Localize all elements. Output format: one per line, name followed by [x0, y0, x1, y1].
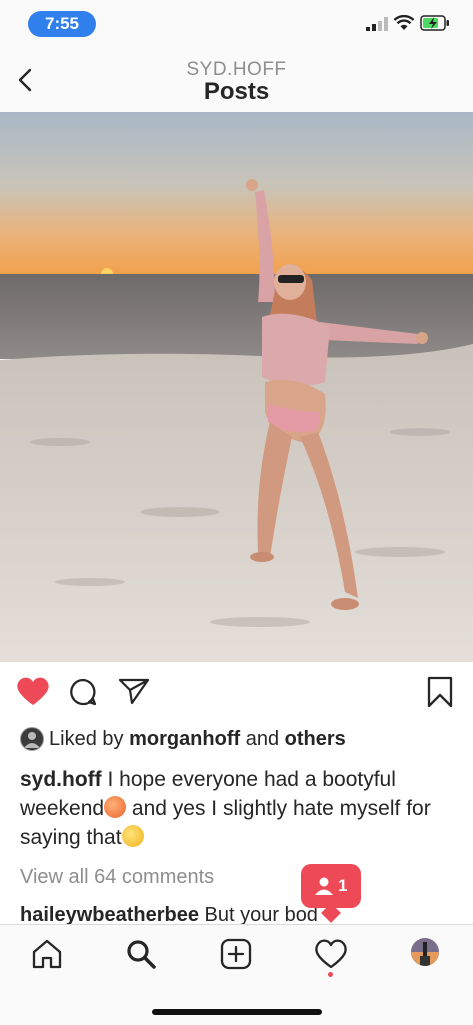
search-icon[interactable]	[124, 937, 158, 971]
paper-plane-icon[interactable]	[118, 677, 150, 705]
status-time: 7:55	[28, 11, 96, 37]
comment-preview: haileywbeatherbee But your bod	[20, 902, 460, 924]
profile-avatar[interactable]	[411, 938, 439, 966]
liked-and: and	[240, 728, 285, 750]
liked-by-text: Liked by morganhoff and others	[49, 728, 346, 751]
bookmark-icon[interactable]	[426, 676, 454, 708]
caption-username-link[interactable]: syd.hoff	[20, 768, 102, 791]
follower-notification-bubble[interactable]: 1	[301, 864, 361, 908]
heart-filled-icon[interactable]	[16, 676, 50, 706]
cellular-signal-icon	[366, 17, 388, 31]
post-actions	[0, 662, 473, 718]
bottom-tab-bar	[0, 924, 473, 1025]
peach-emoji-icon	[104, 796, 127, 818]
heart-outline-icon[interactable]	[314, 937, 348, 971]
nav-header: SYD.HOFF Posts	[0, 48, 473, 113]
person-icon	[315, 877, 333, 895]
laughing-emoji-icon	[121, 825, 144, 847]
comment-text: But your bod	[198, 904, 318, 924]
beach-sunset-image	[0, 112, 473, 662]
liker-avatar	[20, 727, 44, 751]
battery-icon	[420, 15, 449, 31]
status-bar: 7:55	[0, 0, 473, 48]
activity-indicator-dot	[328, 972, 333, 977]
notification-count: 1	[338, 876, 348, 895]
post-photo[interactable]	[0, 112, 473, 662]
liked-others-link[interactable]: others	[285, 728, 346, 750]
wifi-icon	[393, 15, 415, 30]
comment-username-link[interactable]: haileywbeatherbee	[20, 904, 199, 924]
page-title: Posts	[203, 78, 270, 105]
view-all-comments-link[interactable]: View all 64 comments	[20, 866, 214, 889]
home-icon[interactable]	[30, 937, 64, 971]
home-indicator	[152, 1009, 322, 1015]
comment-icon[interactable]	[68, 678, 98, 706]
plus-square-icon[interactable]	[219, 937, 253, 971]
liked-user-link[interactable]: morganhoff	[129, 728, 240, 750]
post-caption: syd.hoff I hope everyone had a bootyful …	[20, 765, 460, 852]
liked-prefix: Liked by	[49, 728, 130, 750]
